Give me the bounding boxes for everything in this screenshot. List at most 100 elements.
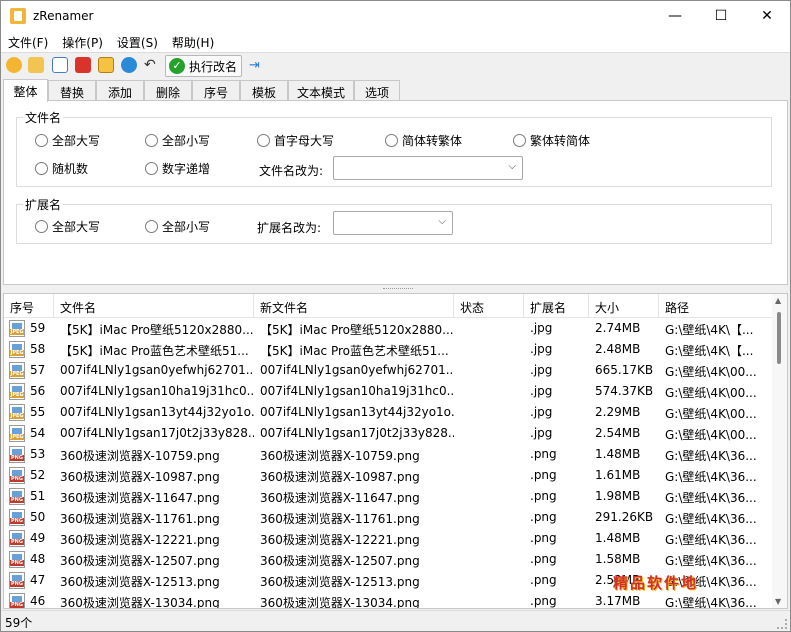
filename-group-title: 文件名 <box>23 109 64 126</box>
cell-filename: 360极速浏览器X-12513.png <box>60 575 220 589</box>
radio-number-increment[interactable]: 数字递增 <box>145 160 210 177</box>
panel-splitter[interactable] <box>3 285 788 293</box>
list-icon[interactable] <box>52 57 68 73</box>
col-extension[interactable]: 扩展名 <box>524 294 589 318</box>
app-window: zRenamer — ☐ ✕ 文件(F) 操作(P) 设置(S) 帮助(H) ↶… <box>0 0 791 632</box>
table-row[interactable]: PNG 53 360极速浏览器X-10759.png 360极速浏览器X-10759.… <box>4 444 774 465</box>
table-row[interactable]: JPEG 58 【5K】iMac Pro蓝色艺术壁纸51... 【5K】iMac Pr… <box>4 339 774 360</box>
radio-random-number[interactable]: 随机数 <box>35 160 88 177</box>
cell-status <box>454 444 524 465</box>
cell-filename: 360极速浏览器X-11647.png <box>60 491 220 505</box>
undo-icon[interactable]: ↶ <box>144 57 160 73</box>
col-new-filename[interactable]: 新文件名 <box>254 294 454 318</box>
check-icon: ✓ <box>169 58 185 74</box>
cell-new-filename: 360极速浏览器X-12513.png <box>260 575 420 589</box>
title-bar[interactable]: zRenamer — ☐ ✕ <box>1 1 790 31</box>
add-file-icon[interactable] <box>6 57 22 73</box>
close-button[interactable]: ✕ <box>744 1 790 31</box>
radio-filename-capitalize[interactable]: 首字母大写 <box>257 132 334 149</box>
cell-new-filename: 360极速浏览器X-13034.png <box>260 596 420 609</box>
ext-change-label: 扩展名改为: <box>257 221 322 235</box>
filename-change-label: 文件名改为: <box>259 164 324 178</box>
file-list: 序号 文件名 新文件名 状态 扩展名 大小 路径 JPEG 59 【5K】iMac … <box>3 293 788 609</box>
cell-filename: 007if4LNly1gsan13yt44j32yo1o... <box>60 405 254 419</box>
cell-filename: 007if4LNly1gsan0yefwhj62701... <box>60 363 254 377</box>
table-row[interactable]: PNG 48 360极速浏览器X-12507.png 360极速浏览器X-12507.… <box>4 549 774 570</box>
refresh-icon[interactable] <box>121 57 137 73</box>
cell-new-filename: 007if4LNly1gsan13yt44j32yo1o... <box>260 405 454 419</box>
table-row[interactable]: PNG 50 360极速浏览器X-11761.png 360极速浏览器X-11761.… <box>4 507 774 528</box>
cell-path: G:\壁纸\4K\00... <box>665 386 757 400</box>
radio-traditional-to-simplified[interactable]: 繁体转简体 <box>513 132 590 149</box>
radio-filename-lower[interactable]: 全部小写 <box>145 132 210 149</box>
cell-size: 1.98MB <box>595 489 641 503</box>
cell-path: G:\壁纸\4K\【... <box>665 344 754 358</box>
tab-overall[interactable]: 整体 <box>3 79 48 102</box>
tab-add[interactable]: 添加 <box>96 80 144 101</box>
tab-text-mode[interactable]: 文本模式 <box>288 80 354 101</box>
scroll-down-icon[interactable]: ▼ <box>775 597 781 606</box>
ext-change-combo[interactable]: ⌵ <box>333 211 453 235</box>
jpeg-file-icon: JPEG <box>9 320 25 337</box>
scroll-up-icon[interactable]: ▲ <box>775 296 781 305</box>
cell-new-filename: 007if4LNly1gsan0yefwhj62701... <box>260 363 454 377</box>
cell-status <box>454 591 524 608</box>
vertical-scrollbar[interactable]: ▲ ▼ <box>772 294 787 608</box>
tab-sequence[interactable]: 序号 <box>192 80 240 101</box>
table-row[interactable]: JPEG 57 007if4LNly1gsan0yefwhj62701... 007i… <box>4 360 774 381</box>
radio-ext-lower[interactable]: 全部小写 <box>145 218 210 235</box>
table-row[interactable]: PNG 52 360极速浏览器X-10987.png 360极速浏览器X-10987.… <box>4 465 774 486</box>
cell-extension: .png <box>530 468 557 482</box>
tab-delete[interactable]: 删除 <box>144 80 192 101</box>
col-size[interactable]: 大小 <box>589 294 659 318</box>
clear-icon[interactable] <box>75 57 91 73</box>
notes-icon[interactable] <box>98 57 114 73</box>
tab-replace[interactable]: 替换 <box>48 80 96 101</box>
table-row[interactable]: JPEG 55 007if4LNly1gsan13yt44j32yo1o... 007… <box>4 402 774 423</box>
scroll-thumb[interactable] <box>777 312 781 364</box>
extension-group-title: 扩展名 <box>23 196 64 213</box>
radio-simplified-to-traditional[interactable]: 简体转繁体 <box>385 132 462 149</box>
cell-path: G:\壁纸\4K\36... <box>665 533 757 547</box>
watermark-logo: 精品软件地 <box>613 574 699 592</box>
tab-options[interactable]: 选项 <box>354 80 400 101</box>
table-row[interactable]: PNG 51 360极速浏览器X-11647.png 360极速浏览器X-11647.… <box>4 486 774 507</box>
cell-size: 3.17MB <box>595 594 641 608</box>
col-path[interactable]: 路径 <box>659 294 774 318</box>
col-seq[interactable]: 序号 <box>4 294 54 318</box>
execute-rename-button[interactable]: ✓ 执行改名 <box>165 55 242 77</box>
table-row[interactable]: JPEG 59 【5K】iMac Pro壁纸5120x2880... 【5K】iMac… <box>4 318 774 339</box>
cell-extension: .jpg <box>530 384 553 398</box>
menu-settings[interactable]: 设置(S) <box>110 31 165 52</box>
tab-template[interactable]: 模板 <box>240 80 288 101</box>
radio-ext-upper[interactable]: 全部大写 <box>35 218 100 235</box>
add-folder-icon[interactable] <box>28 57 44 73</box>
pin-icon[interactable]: ⇥ <box>249 58 260 73</box>
cell-size: 2.74MB <box>595 321 641 335</box>
radio-filename-upper[interactable]: 全部大写 <box>35 132 100 149</box>
table-row[interactable]: PNG 46 360极速浏览器X-13034.png 360极速浏览器X-13034.… <box>4 591 774 609</box>
menu-help[interactable]: 帮助(H) <box>165 31 221 52</box>
cell-path: G:\壁纸\4K\36... <box>665 449 757 463</box>
cell-extension: .jpg <box>530 342 553 356</box>
filename-change-combo[interactable]: ⌵ <box>333 156 523 180</box>
table-row[interactable]: JPEG 54 007if4LNly1gsan17j0t2j33y828... 007… <box>4 423 774 444</box>
table-row[interactable]: JPEG 56 007if4LNly1gsan10ha19j31hc0... 007i… <box>4 381 774 402</box>
file-count: 59个 <box>5 616 33 630</box>
resize-grip[interactable] <box>777 619 787 629</box>
cell-seq: 46 <box>30 594 46 608</box>
maximize-button[interactable]: ☐ <box>698 1 744 31</box>
cell-status <box>454 528 524 549</box>
cell-extension: .png <box>530 552 557 566</box>
menu-file[interactable]: 文件(F) <box>1 31 55 52</box>
table-row[interactable]: PNG 49 360极速浏览器X-12221.png 360极速浏览器X-12221.… <box>4 528 774 549</box>
col-filename[interactable]: 文件名 <box>54 294 254 318</box>
col-status[interactable]: 状态 <box>454 294 524 318</box>
cell-filename: 360极速浏览器X-11761.png <box>60 512 220 526</box>
cell-path: G:\壁纸\4K\36... <box>665 596 757 609</box>
menu-operation[interactable]: 操作(P) <box>55 31 110 52</box>
overall-panel: 文件名 全部大写 全部小写 首字母大写 简体转繁体 繁体转简体 随机数 数字递增… <box>3 100 788 285</box>
cell-status <box>454 465 524 486</box>
minimize-button[interactable]: — <box>652 1 698 31</box>
cell-new-filename: 360极速浏览器X-11647.png <box>260 491 420 505</box>
